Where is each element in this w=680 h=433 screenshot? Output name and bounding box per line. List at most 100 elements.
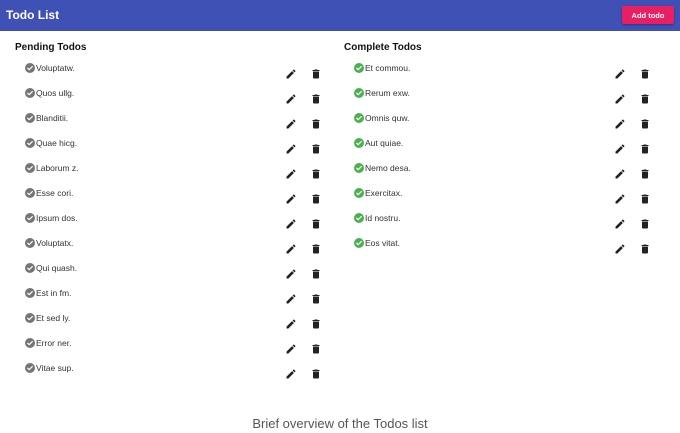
todo-item: Nemo desa.	[344, 162, 664, 187]
pencil-icon[interactable]	[614, 117, 626, 129]
check-circle-icon	[25, 338, 35, 348]
todo-item: Ipsum dos.	[15, 212, 335, 237]
check-circle-icon	[25, 113, 35, 123]
todo-label: Quos ullg.	[36, 88, 75, 98]
trash-icon[interactable]	[639, 167, 651, 179]
pencil-icon[interactable]	[285, 267, 297, 279]
pending-todos-title: Pending Todos	[15, 42, 87, 53]
todo-item: Laborum z.	[15, 162, 335, 187]
pencil-icon[interactable]	[614, 142, 626, 154]
todo-item: Blanditii.	[15, 112, 335, 137]
todo-item: Vitae sup.	[15, 362, 335, 387]
trash-icon[interactable]	[639, 242, 651, 254]
pencil-icon[interactable]	[285, 142, 297, 154]
pencil-icon[interactable]	[614, 192, 626, 204]
trash-icon[interactable]	[310, 242, 322, 254]
check-circle-icon	[25, 188, 35, 198]
trash-icon[interactable]	[310, 142, 322, 154]
pencil-icon[interactable]	[614, 242, 626, 254]
todo-label: Blanditii.	[36, 113, 69, 123]
trash-icon[interactable]	[639, 67, 651, 79]
todo-item: Id nostru.	[344, 212, 664, 237]
check-circle-icon	[354, 113, 364, 123]
trash-icon[interactable]	[639, 217, 651, 229]
check-circle-icon	[354, 213, 364, 223]
pencil-icon[interactable]	[614, 92, 626, 104]
todo-item: Qui quash.	[15, 262, 335, 287]
pending-todos-section: Pending Todos Voluptatw. Quos ullg. Blandi…	[15, 41, 335, 379]
pencil-icon[interactable]	[285, 67, 297, 79]
trash-icon[interactable]	[310, 367, 322, 379]
pencil-icon[interactable]	[285, 192, 297, 204]
trash-icon[interactable]	[310, 217, 322, 229]
todo-label: Qui quash.	[36, 263, 78, 273]
pencil-icon[interactable]	[285, 92, 297, 104]
complete-todos-section: Complete Todos Et commou. Rerum exw. Omnis…	[344, 41, 664, 254]
pencil-icon[interactable]	[285, 242, 297, 254]
pencil-icon[interactable]	[285, 167, 297, 179]
todo-item: Et sed ly.	[15, 312, 335, 337]
check-circle-icon	[25, 238, 35, 248]
todo-label: Vitae sup.	[36, 363, 74, 373]
trash-icon[interactable]	[310, 67, 322, 79]
todo-label: Esse cori.	[36, 188, 74, 198]
pencil-icon[interactable]	[285, 367, 297, 379]
add-todo-button[interactable]: Add todo	[622, 6, 674, 24]
check-circle-icon	[354, 138, 364, 148]
todo-label: Exercitax.	[365, 188, 403, 198]
todo-label: Omnis quw.	[365, 113, 410, 123]
todo-label: Quae hicg.	[36, 138, 78, 148]
trash-icon[interactable]	[310, 117, 322, 129]
todo-item: Quae hicg.	[15, 137, 335, 162]
trash-icon[interactable]	[310, 167, 322, 179]
check-circle-icon	[25, 213, 35, 223]
check-circle-icon	[354, 163, 364, 173]
check-circle-icon	[354, 238, 364, 248]
check-circle-icon	[25, 263, 35, 273]
trash-icon[interactable]	[310, 92, 322, 104]
pencil-icon[interactable]	[614, 67, 626, 79]
check-circle-icon	[25, 63, 35, 73]
todo-label: Et sed ly.	[36, 313, 71, 323]
pencil-icon[interactable]	[614, 217, 626, 229]
pencil-icon[interactable]	[285, 217, 297, 229]
todo-item: Omnis quw.	[344, 112, 664, 137]
todo-label: Et commou.	[365, 63, 411, 73]
pencil-icon[interactable]	[285, 117, 297, 129]
todo-item: Esse cori.	[15, 187, 335, 212]
complete-todos-title: Complete Todos	[344, 42, 422, 53]
todo-item: Aut quiae.	[344, 137, 664, 162]
todo-item: Est in fm.	[15, 287, 335, 312]
todo-label: Aut quiae.	[365, 138, 404, 148]
trash-icon[interactable]	[310, 292, 322, 304]
todo-label: Id nostru.	[365, 213, 401, 223]
trash-icon[interactable]	[639, 117, 651, 129]
check-circle-icon	[354, 88, 364, 98]
todo-label: Voluptatx.	[36, 238, 74, 248]
trash-icon[interactable]	[310, 267, 322, 279]
check-circle-icon	[25, 313, 35, 323]
check-circle-icon	[354, 63, 364, 73]
trash-icon[interactable]	[639, 142, 651, 154]
todo-label: Ipsum dos.	[36, 213, 78, 223]
todo-label: Eos vitat.	[365, 238, 400, 248]
trash-icon[interactable]	[310, 317, 322, 329]
todo-label: Est in fm.	[36, 288, 72, 298]
trash-icon[interactable]	[310, 192, 322, 204]
trash-icon[interactable]	[310, 342, 322, 354]
check-circle-icon	[25, 138, 35, 148]
check-circle-icon	[25, 288, 35, 298]
todo-label: Voluptatw.	[36, 63, 75, 73]
pencil-icon[interactable]	[614, 167, 626, 179]
app-title: Todo List	[6, 8, 60, 22]
check-circle-icon	[25, 163, 35, 173]
pencil-icon[interactable]	[285, 317, 297, 329]
pencil-icon[interactable]	[285, 342, 297, 354]
todo-label: Error ner.	[36, 338, 72, 348]
trash-icon[interactable]	[639, 192, 651, 204]
pencil-icon[interactable]	[285, 292, 297, 304]
todo-item: Et commou.	[344, 62, 664, 87]
todo-item: Error ner.	[15, 337, 335, 362]
caption: Brief overview of the Todos list	[252, 416, 428, 431]
trash-icon[interactable]	[639, 92, 651, 104]
